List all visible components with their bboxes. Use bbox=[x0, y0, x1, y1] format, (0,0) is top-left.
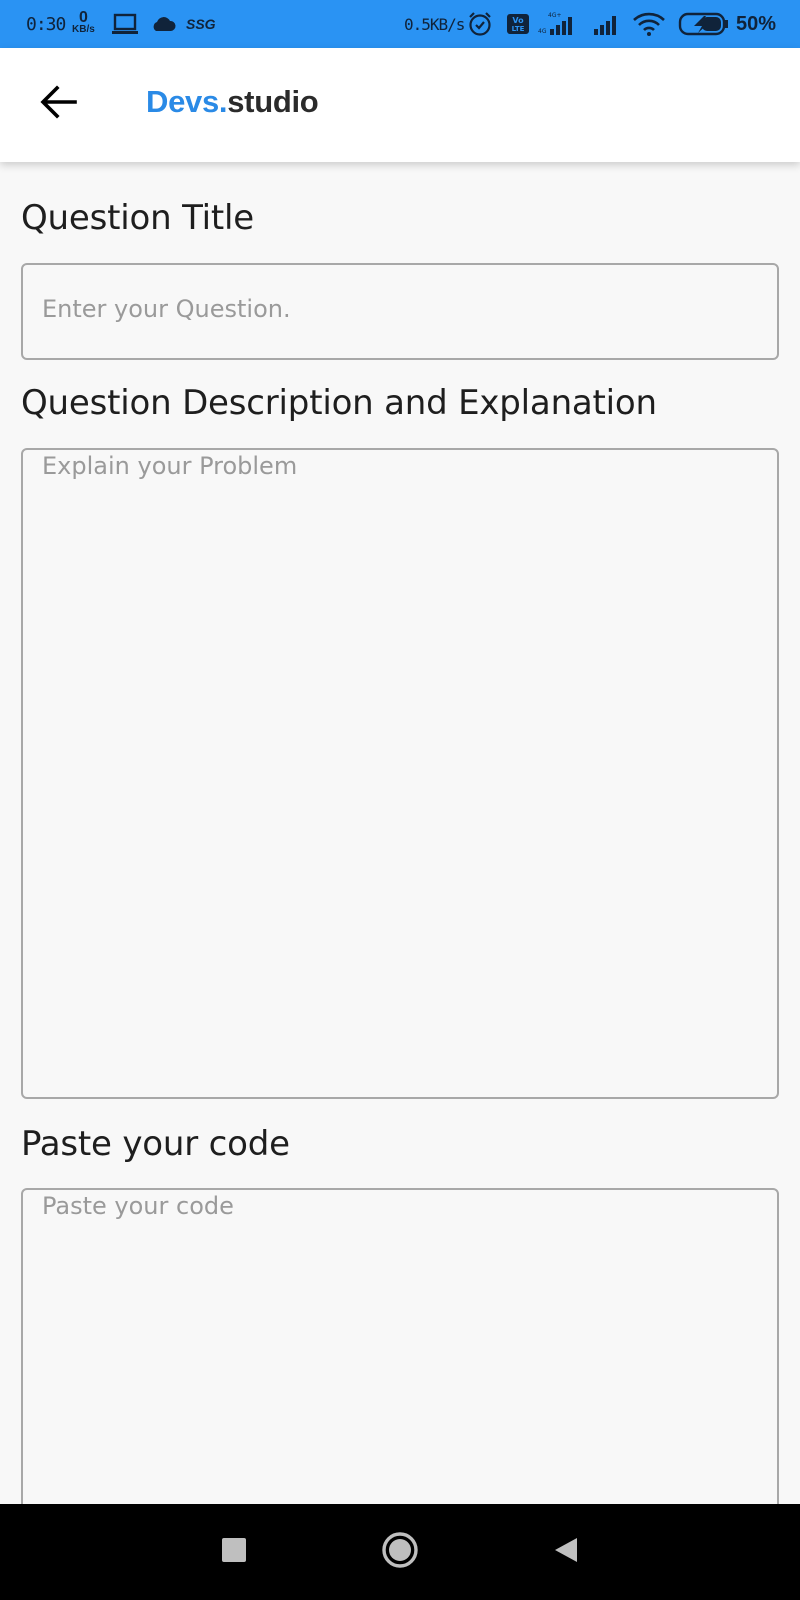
question-description-label: Question Description and Explanation bbox=[21, 383, 657, 423]
app-bar: Devs.studio bbox=[0, 48, 800, 162]
status-carrier: SSG bbox=[186, 16, 216, 32]
question-description-input[interactable]: Explain your Problem bbox=[21, 448, 779, 1099]
code-input[interactable]: Paste your code bbox=[21, 1188, 779, 1548]
code-placeholder: Paste your code bbox=[42, 1192, 234, 1220]
brand-part-1: Devs. bbox=[146, 84, 228, 119]
home-button[interactable] bbox=[372, 1504, 428, 1600]
circle-icon bbox=[381, 1531, 419, 1574]
signal-icon bbox=[592, 0, 622, 48]
status-bar: 0:30 0 KB/s SSG 0.5KB/s Vo LTE 4G+ 4G 50% bbox=[0, 0, 800, 48]
question-title-input[interactable]: Enter your Question. bbox=[21, 263, 779, 360]
recents-button[interactable] bbox=[206, 1504, 262, 1600]
volte-icon: Vo LTE bbox=[506, 0, 530, 48]
status-network-speed: 0.5KB/s bbox=[404, 14, 465, 34]
cloud-icon bbox=[150, 0, 176, 48]
svg-text:4G+: 4G+ bbox=[548, 12, 562, 19]
arrow-left-icon bbox=[39, 84, 77, 124]
question-description-placeholder: Explain your Problem bbox=[42, 452, 298, 480]
data-rate-value: 0 bbox=[78, 9, 88, 26]
svg-text:4G: 4G bbox=[538, 28, 547, 35]
laptop-icon bbox=[112, 0, 138, 48]
nav-back-button[interactable] bbox=[538, 1504, 594, 1600]
square-icon bbox=[221, 1537, 247, 1568]
question-title-placeholder: Enter your Question. bbox=[42, 295, 291, 323]
status-data-rate: 0 KB/s bbox=[72, 0, 95, 48]
brand-title: Devs.studio bbox=[146, 84, 319, 120]
signal-4g-icon: 4G+ 4G bbox=[538, 0, 584, 48]
code-label: Paste your code bbox=[21, 1124, 290, 1164]
data-rate-unit: KB/s bbox=[72, 24, 95, 35]
svg-text:LTE: LTE bbox=[512, 25, 525, 33]
wifi-icon bbox=[632, 0, 666, 48]
navigation-bar bbox=[0, 1504, 800, 1600]
alarm-icon bbox=[467, 0, 493, 48]
status-time: 0:30 bbox=[26, 13, 66, 35]
svg-text:Vo: Vo bbox=[512, 16, 524, 25]
battery-charging-icon bbox=[678, 0, 730, 48]
triangle-left-icon bbox=[553, 1536, 579, 1569]
question-title-label: Question Title bbox=[21, 198, 254, 238]
back-button[interactable] bbox=[30, 76, 86, 132]
brand-part-2: studio bbox=[227, 84, 319, 119]
battery-percent: 50% bbox=[736, 12, 777, 35]
